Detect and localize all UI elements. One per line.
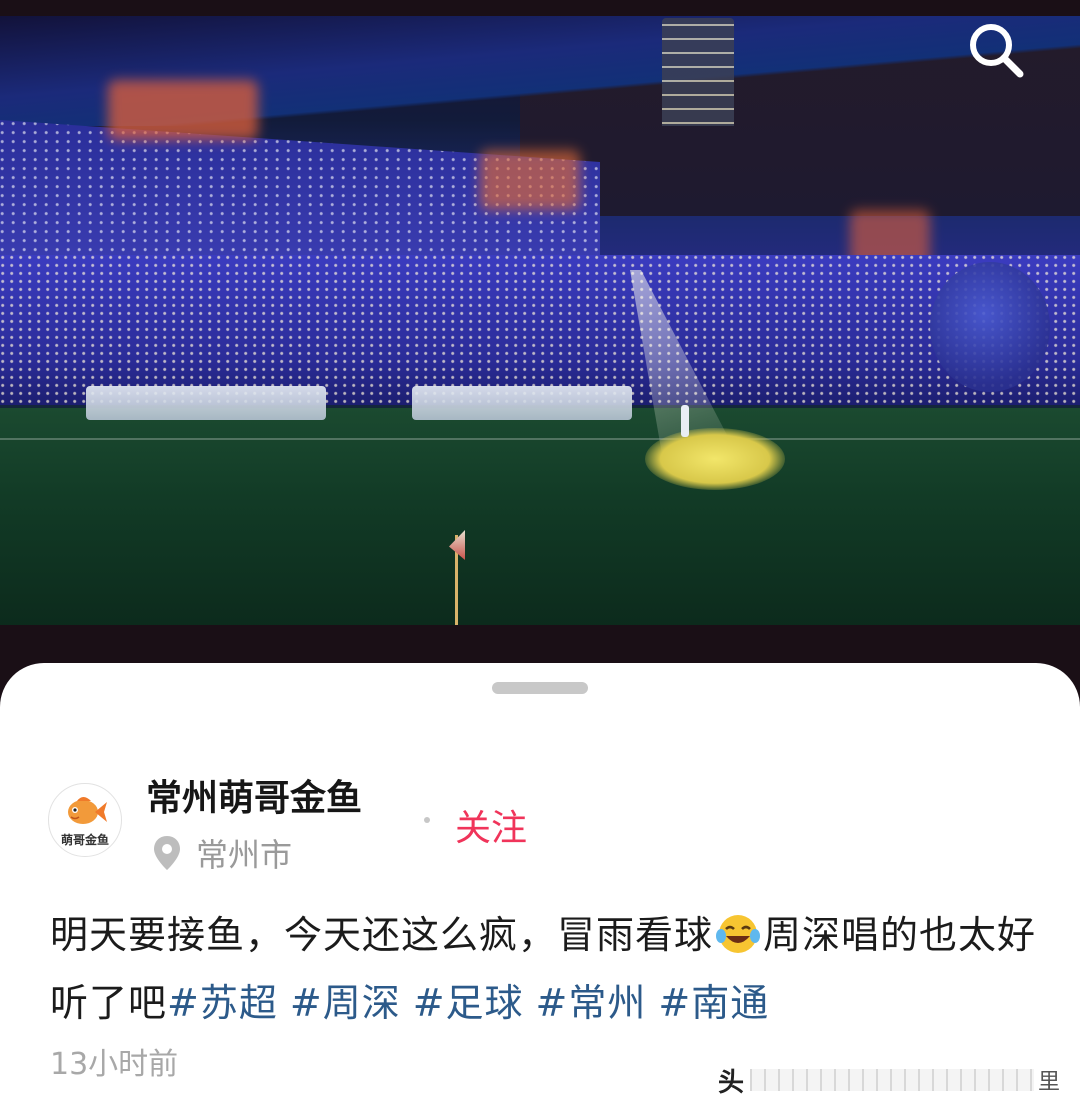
field-banner <box>412 386 632 420</box>
separator-dot <box>424 817 430 823</box>
goldfish-icon <box>68 797 107 824</box>
spotlight-circle <box>645 428 785 490</box>
follow-button[interactable]: 关注 <box>455 799 527 851</box>
skyscraper <box>662 18 734 126</box>
avatar-label: 萌哥金鱼 <box>60 833 109 847</box>
watermark: 头 里 <box>718 1063 1060 1098</box>
post-content: 明天要接鱼，今天还这么疯，冒雨看球 周深唱的也太好听了吧#苏超 #周深 #足球 #常州… <box>50 901 1040 1037</box>
hashtag-link[interactable]: #足球 <box>413 981 524 1025</box>
location[interactable]: 常州市 <box>152 833 293 874</box>
location-label: 常州市 <box>196 836 293 874</box>
post-text: 明天要接鱼，今天还这么疯，冒雨看球 <box>50 913 714 957</box>
search-button[interactable] <box>960 14 1032 86</box>
orange-light <box>108 80 258 140</box>
avatar[interactable]: 萌哥金鱼 <box>48 783 122 857</box>
watermark-left-char: 头 <box>718 1067 745 1098</box>
watermark-right-char: 里 <box>1037 1070 1060 1095</box>
field-banner <box>86 386 326 420</box>
hashtag-link[interactable]: #南通 <box>658 981 769 1025</box>
football-pitch <box>0 408 1080 630</box>
hashtag-link[interactable]: #苏超 <box>167 981 278 1025</box>
stadium-photo[interactable] <box>0 0 1080 680</box>
performer <box>681 405 689 437</box>
pitch-line <box>0 438 1080 440</box>
laughing-tears-emoji-icon <box>716 915 761 953</box>
watermark-bar <box>750 1069 1034 1091</box>
post-timestamp: 13小时前 <box>50 1047 179 1082</box>
inflatable-mascot <box>930 262 1050 392</box>
author-name[interactable]: 常州萌哥金鱼 <box>146 769 362 821</box>
location-pin-icon <box>154 836 180 870</box>
search-icon <box>970 24 1024 78</box>
sheet-drag-handle[interactable] <box>492 682 588 694</box>
orange-light <box>480 150 580 210</box>
top-strip <box>0 0 1080 16</box>
post-detail-sheet: 萌哥金鱼 常州萌哥金鱼 常州市 关注 明天要接鱼，今天还这么疯，冒雨看球 周深唱… <box>0 663 1080 1119</box>
hashtag-link[interactable]: #周深 <box>290 981 401 1025</box>
hashtag-link[interactable]: #常州 <box>536 981 647 1025</box>
lower-stand-crowd <box>0 255 1080 405</box>
